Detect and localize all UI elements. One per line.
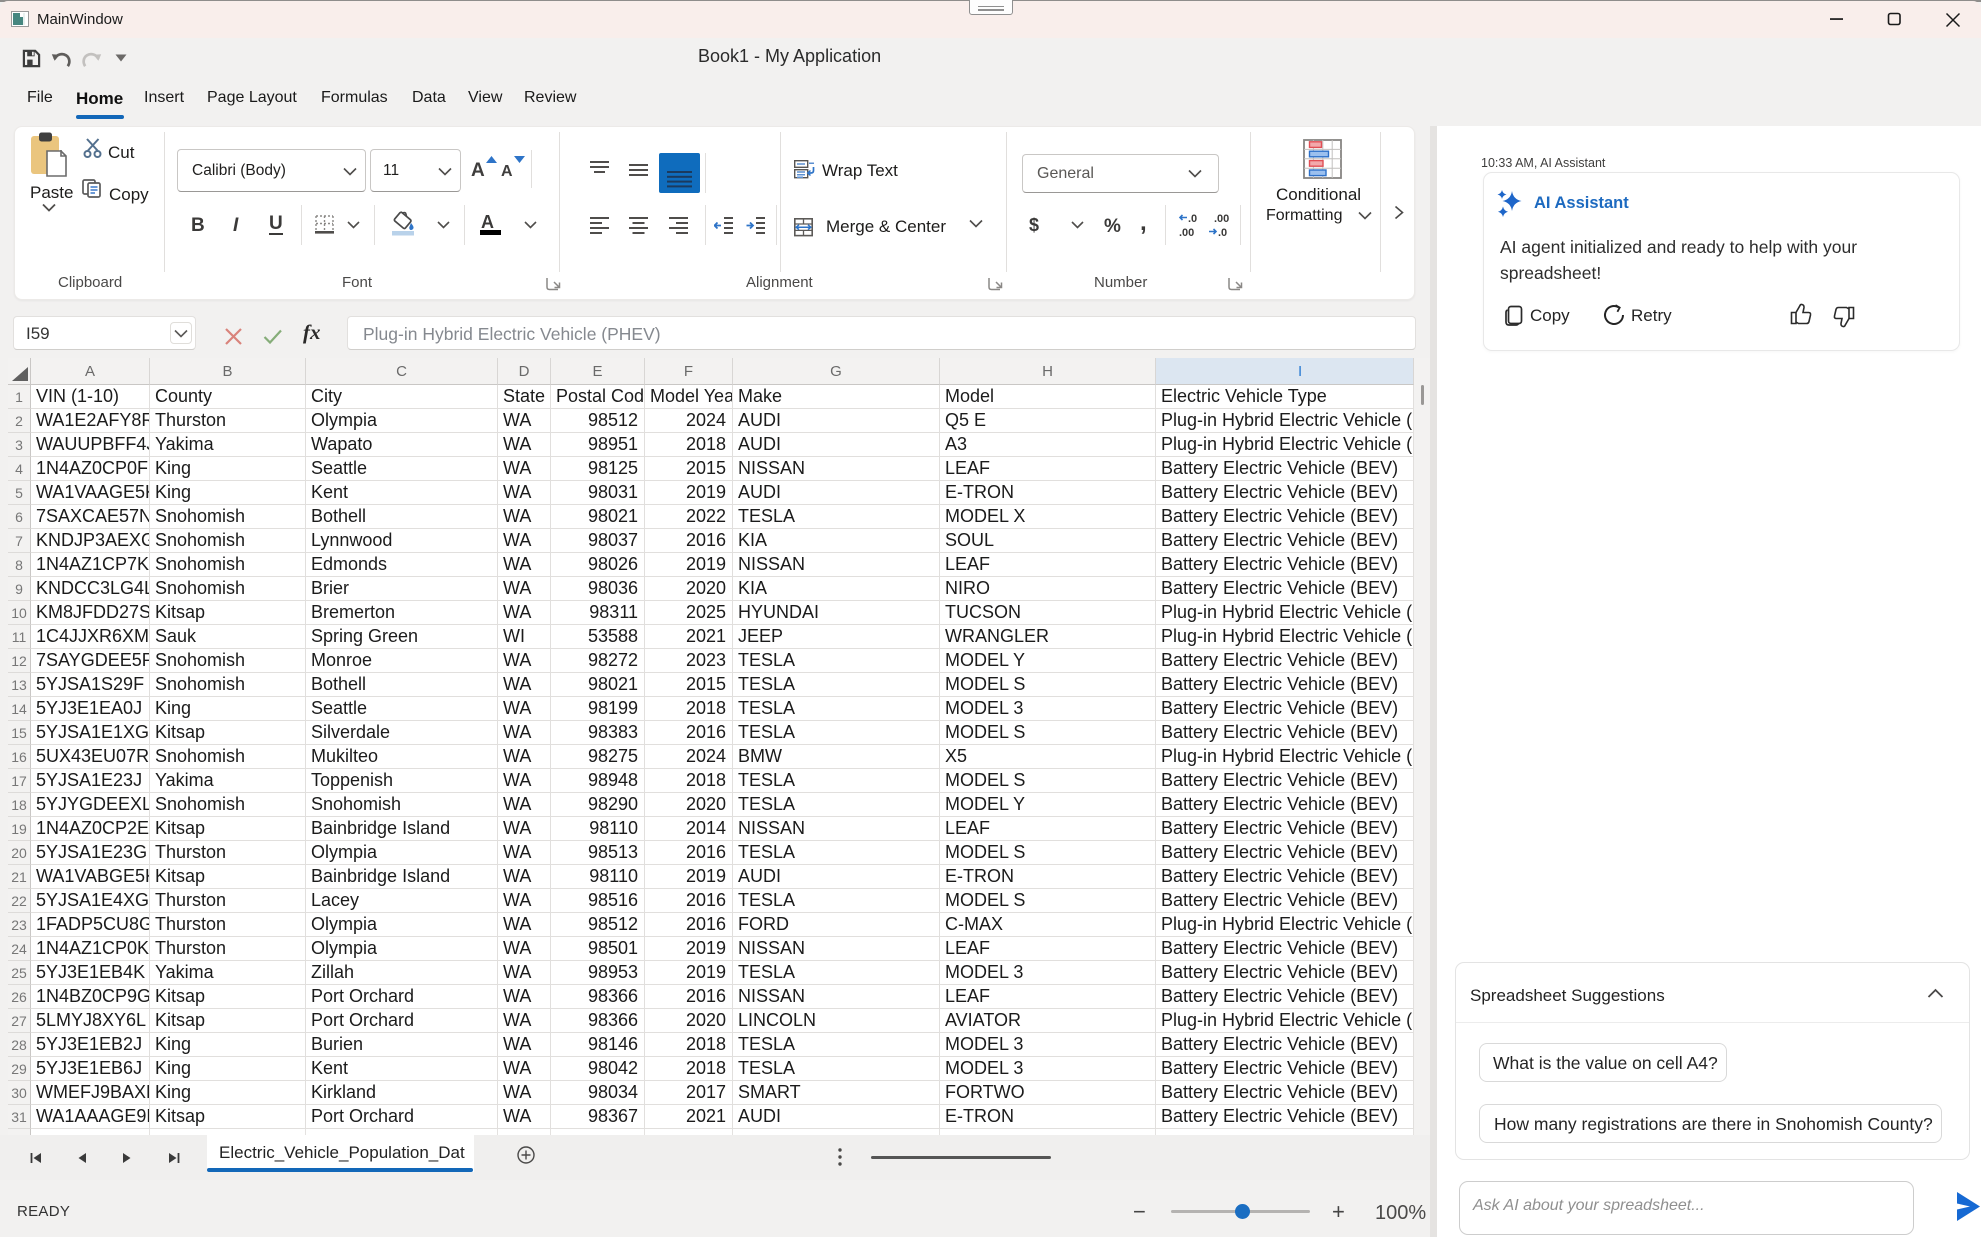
svg-text:.00: .00	[1179, 227, 1194, 239]
svg-text:.0: .0	[1218, 227, 1227, 239]
svg-text:.0: .0	[1188, 213, 1197, 225]
svg-text:.00: .00	[1214, 213, 1229, 225]
